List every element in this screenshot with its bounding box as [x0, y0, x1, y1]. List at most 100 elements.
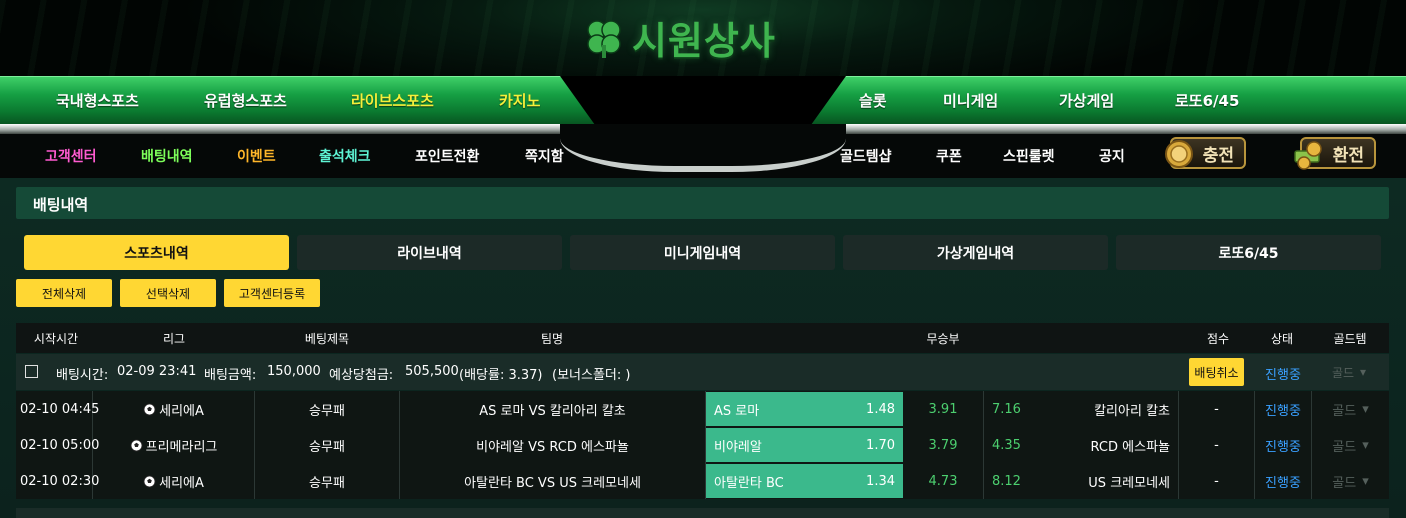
row-league: 프리메라리그 — [93, 427, 255, 463]
header-bet-title: 베팅제목 — [304, 332, 350, 346]
money-stack-icon — [1292, 137, 1326, 171]
odds-text: (배당률: 3.37) — [459, 368, 543, 383]
row-gold-label: 골드 — [1332, 475, 1357, 491]
header-start-time: 시작시간 — [33, 332, 79, 346]
next-bet-row-edge — [16, 508, 1389, 518]
row-status: 진행중 — [1255, 427, 1312, 463]
home-team: 아탈란타 BC — [714, 475, 784, 491]
home-pick-cell[interactable]: 아탈란타 BC 1.34 — [706, 464, 903, 498]
header-score: 점수 — [1206, 332, 1230, 346]
subnav-spin-roulette[interactable]: 스핀룰렛 — [1003, 146, 1055, 165]
site-logo[interactable]: 시원상사 — [582, 12, 826, 63]
table-row: 02-10 04:45 세리에A 승무패 AS 로마 VS 칼리아리 칼초 AS… — [16, 391, 1389, 427]
expected-win-label: 예상당첨금: — [329, 368, 394, 383]
away-team: RCD 에스파뇰 — [1090, 439, 1170, 455]
nav-domestic-sports[interactable]: 국내형스포츠 — [56, 90, 139, 112]
row-gold-select[interactable]: 골드 ▾ — [1312, 391, 1389, 427]
row-bet-title: 승무패 — [255, 463, 400, 499]
nav-lotto[interactable]: 로또6/45 — [1175, 90, 1239, 112]
nav-slot[interactable]: 슬롯 — [859, 90, 887, 112]
bet-time-label: 배팅시간: — [56, 368, 109, 383]
draw-odds[interactable]: 3.79 — [903, 427, 984, 463]
row-league: 세리에A — [93, 463, 255, 499]
row-score: - — [1179, 427, 1255, 463]
subnav-gold-shop[interactable]: 골드템샵 — [840, 146, 892, 165]
home-odds: 1.70 — [866, 437, 895, 453]
register-cs-button[interactable]: 고객센터등록 — [224, 279, 320, 307]
tab-minigame-history[interactable]: 미니게임내역 — [570, 235, 835, 270]
subnav-coupon[interactable]: 쿠폰 — [936, 146, 962, 165]
delete-selected-button[interactable]: 선택삭제 — [120, 279, 216, 307]
subnav-event[interactable]: 이벤트 — [237, 146, 276, 165]
table-header — [16, 323, 1389, 353]
exchange-label: 환전 — [1332, 145, 1364, 166]
subnav-attendance[interactable]: 출석체크 — [319, 146, 371, 165]
soccer-ball-icon — [130, 438, 143, 452]
header-result: 무승부 — [926, 332, 960, 346]
row-bet-title: 승무패 — [255, 391, 400, 427]
nav-casino[interactable]: 카지노 — [499, 90, 540, 112]
charge-button[interactable]: 충전 — [1165, 137, 1246, 169]
tab-sports-history[interactable]: 스포츠내역 — [24, 235, 289, 270]
subnav-point-exchange[interactable]: 포인트전환 — [415, 146, 479, 165]
nav-live-sports[interactable]: 라이브스포츠 — [351, 90, 434, 112]
row-league: 세리에A — [93, 391, 255, 427]
subnav-messages[interactable]: 쪽지함 — [525, 146, 564, 165]
row-gold-label: 골드 — [1332, 439, 1357, 455]
row-score: - — [1179, 463, 1255, 499]
home-pick-cell[interactable]: AS 로마 1.48 — [706, 392, 903, 426]
draw-odds[interactable]: 4.73 — [903, 463, 984, 499]
away-pick-cell[interactable]: 4.35 RCD 에스파뇰 — [984, 427, 1179, 463]
away-team: US 크레모네세 — [1088, 475, 1170, 491]
row-gold-select[interactable]: 골드 ▾ — [1312, 463, 1389, 499]
row-start-time: 02-10 04:45 — [16, 391, 99, 427]
clover-icon — [582, 15, 626, 59]
cancel-bet-button[interactable]: 배팅취소 — [1189, 358, 1244, 386]
chevron-down-icon: ▾ — [1362, 401, 1369, 417]
nav-euro-sports[interactable]: 유럽형스포츠 — [204, 90, 287, 112]
row-league-name: 세리에A — [159, 475, 204, 491]
logo-text: 시원상사 — [632, 18, 776, 63]
row-league-name: 세리에A — [159, 403, 204, 419]
bet-time-value: 02-09 23:41 — [117, 364, 197, 379]
nav-minigame[interactable]: 미니게임 — [943, 90, 998, 112]
tab-lotto-history[interactable]: 로또6/45 — [1116, 235, 1381, 270]
home-team: AS 로마 — [714, 403, 760, 419]
row-gold-select[interactable]: 골드 ▾ — [1312, 427, 1389, 463]
bet-amount-value: 150,000 — [267, 364, 321, 379]
row-start-time: 02-10 02:30 — [16, 463, 99, 499]
away-pick-cell[interactable]: 7.16 칼리아리 칼초 — [984, 391, 1179, 427]
header-gold-item: 골드템 — [1333, 332, 1367, 346]
away-pick-cell[interactable]: 8.12 US 크레모네세 — [984, 463, 1179, 499]
expected-win-value: 505,500 — [405, 364, 459, 379]
chevron-down-icon: ▾ — [1360, 365, 1367, 379]
gold-select[interactable]: 골드 ▾ — [1316, 361, 1382, 383]
nav-notch — [560, 76, 846, 124]
tab-live-history[interactable]: 라이브내역 — [297, 235, 562, 270]
header-team-name: 팀명 — [540, 332, 564, 346]
table-row: 02-10 02:30 세리에A 승무패 아탈란타 BC VS US 크레모네세… — [16, 463, 1389, 499]
nav-virtual-game[interactable]: 가상게임 — [1059, 90, 1114, 112]
row-match: 아탈란타 BC VS US 크레모네세 — [400, 463, 706, 499]
bet-amount-label: 배팅금액: — [204, 368, 257, 383]
exchange-button[interactable]: 환전 — [1294, 137, 1376, 170]
row-score: - — [1179, 391, 1255, 427]
subnav-bet-history[interactable]: 배팅내역 — [141, 146, 193, 165]
header-status: 상태 — [1270, 332, 1294, 346]
row-start-time: 02-10 05:00 — [16, 427, 99, 463]
home-pick-cell[interactable]: 비야레알 1.70 — [706, 428, 903, 462]
away-odds: 8.12 — [992, 473, 1021, 489]
bonus-folder-text: (보너스폴더: ) — [552, 368, 631, 383]
gold-select-label: 골드 — [1331, 365, 1355, 380]
row-gold-label: 골드 — [1332, 403, 1357, 419]
draw-odds[interactable]: 3.91 — [903, 391, 984, 427]
away-odds: 7.16 — [992, 401, 1021, 417]
subnav-customer-center[interactable]: 고객센터 — [45, 146, 97, 165]
row-bet-title: 승무패 — [255, 427, 400, 463]
header-league: 리그 — [162, 332, 186, 346]
bet-select-checkbox[interactable] — [25, 365, 38, 378]
delete-all-button[interactable]: 전체삭제 — [16, 279, 112, 307]
tab-virtual-history[interactable]: 가상게임내역 — [843, 235, 1108, 270]
subnav-notice[interactable]: 공지 — [1099, 146, 1125, 165]
coin-icon — [1162, 137, 1196, 171]
